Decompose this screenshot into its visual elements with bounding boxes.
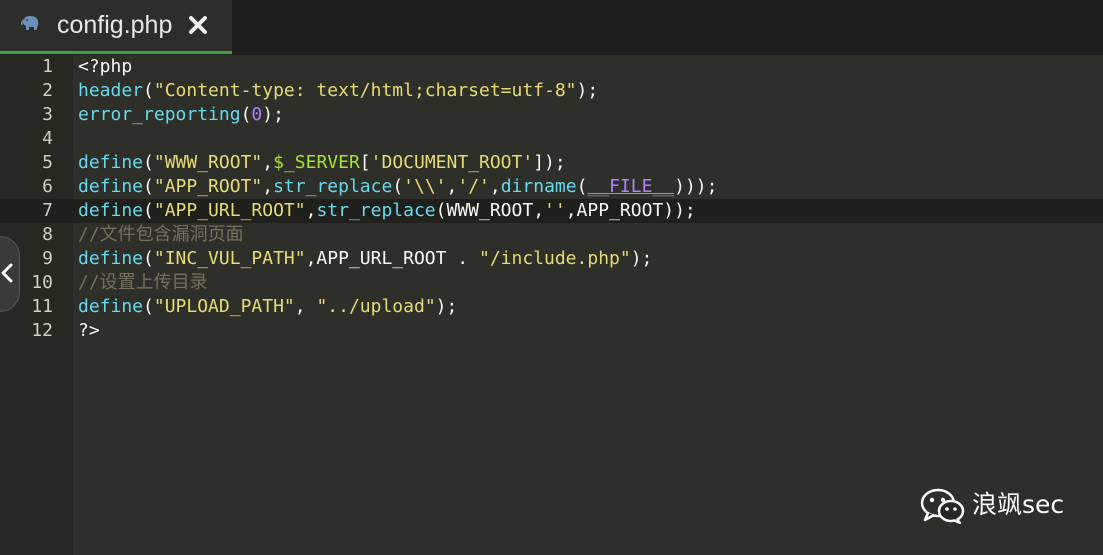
function-name: define [78, 176, 144, 197]
line-number: 2 [42, 80, 53, 101]
punctuation: ); [630, 248, 653, 269]
punctuation: , [446, 176, 458, 197]
punctuation: , [305, 200, 317, 221]
function-name: str_replace [316, 200, 436, 221]
superglobal-variable: $_SERVER [273, 152, 360, 173]
line-number: 4 [42, 128, 53, 149]
line-number: 12 [31, 320, 53, 341]
function-name: str_replace [273, 176, 393, 197]
line-number: 3 [42, 104, 53, 125]
code-line[interactable]: //文件包含漏洞页面 [78, 223, 244, 247]
punctuation: , [294, 296, 317, 317]
tab-title: config.php [57, 11, 173, 39]
function-name: define [78, 152, 144, 173]
php-elephant-icon [21, 16, 39, 30]
code-line[interactable]: ?> [78, 319, 100, 343]
php-open-tag: <?php [78, 56, 133, 77]
punctuation: ,APP_ROOT)); [565, 200, 696, 221]
punctuation: ); [262, 104, 284, 125]
punctuation: ( [240, 104, 252, 125]
code-line[interactable]: //设置上传目录 [78, 271, 208, 295]
code-line[interactable]: define("APP_ROOT",str_replace('\\','/',d… [78, 175, 717, 199]
string-literal: "INC_VUL_PATH" [153, 248, 306, 269]
punctuation: ,APP_URL_ROOT . [305, 248, 479, 269]
punctuation: ( [143, 248, 154, 269]
close-icon[interactable] [187, 14, 209, 36]
code-line[interactable]: header("Content-type: text/html;charset=… [78, 79, 598, 103]
code-line[interactable]: define("INC_VUL_PATH",APP_URL_ROOT . "/i… [78, 247, 652, 271]
wechat-icon [920, 488, 965, 524]
function-name: error_reporting [78, 104, 241, 125]
string-literal: 'DOCUMENT_ROOT' [370, 152, 534, 173]
string-literal: "APP_ROOT" [153, 176, 263, 197]
punctuation: ( [143, 176, 154, 197]
function-name: header [78, 80, 144, 101]
string-literal: "Content-type: text/html;charset=utf-8" [153, 80, 577, 101]
punctuation: ( [143, 152, 154, 173]
punctuation: [ [359, 152, 371, 173]
comment: //文件包含漏洞页面 [78, 224, 244, 245]
line-number: 6 [42, 176, 53, 197]
tab-config-php[interactable]: config.php [0, 0, 232, 54]
punctuation: ( [143, 200, 154, 221]
string-literal: '/' [457, 176, 490, 197]
punctuation: ); [576, 80, 599, 101]
watermark-text: 浪飒sec [972, 490, 1065, 519]
function-name: define [78, 296, 144, 317]
chevron-left-icon [1, 263, 13, 283]
punctuation: ( [143, 296, 154, 317]
string-literal: "APP_URL_ROOT" [153, 200, 306, 221]
punctuation: ( [143, 80, 154, 101]
punctuation: ); [435, 296, 458, 317]
function-name: define [78, 200, 144, 221]
punctuation: , [262, 176, 274, 197]
tab-bar: config.php [0, 0, 1103, 55]
function-name: dirname [500, 176, 577, 197]
punctuation: ))); [674, 176, 718, 197]
code-line[interactable]: error_reporting(0); [78, 103, 284, 127]
code-line[interactable]: define("UPLOAD_PATH", "../upload"); [78, 295, 457, 319]
punctuation: , [262, 152, 274, 173]
string-literal: "/include.php" [478, 248, 631, 269]
code-line[interactable]: define("WWW_ROOT",$_SERVER['DOCUMENT_ROO… [78, 151, 566, 175]
punctuation: ( [392, 176, 404, 197]
string-literal: '\\' [403, 176, 447, 197]
string-literal: "WWW_ROOT" [153, 152, 263, 173]
string-literal: "../upload" [316, 296, 436, 317]
code-line[interactable]: <?php [78, 55, 132, 79]
number-literal: 0 [251, 104, 263, 125]
punctuation: , [489, 176, 501, 197]
code-line-active[interactable]: define("APP_URL_ROOT",str_replace(WWW_RO… [78, 199, 696, 223]
line-number: 7 [42, 200, 53, 221]
punctuation: ( [576, 176, 588, 197]
magic-constant: __FILE__ [587, 176, 675, 197]
comment: //设置上传目录 [78, 272, 208, 293]
line-number: 5 [42, 152, 53, 173]
punctuation: (WWW_ROOT, [435, 200, 545, 221]
string-literal: "UPLOAD_PATH" [153, 296, 295, 317]
string-literal: '' [544, 200, 566, 221]
function-name: define [78, 248, 144, 269]
punctuation: ]); [533, 152, 566, 173]
line-number: 1 [42, 56, 53, 77]
php-close-tag: ?> [78, 320, 100, 341]
side-panel-toggle[interactable] [0, 236, 20, 312]
